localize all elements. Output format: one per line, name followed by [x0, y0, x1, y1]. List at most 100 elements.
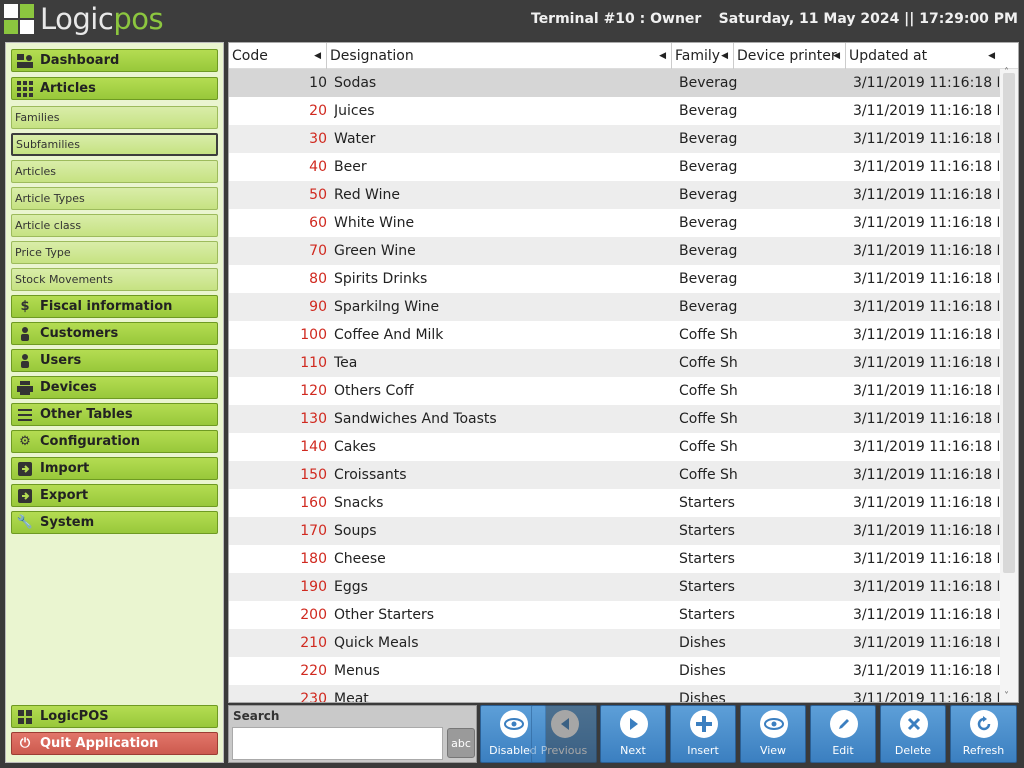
- cell-code: 210: [300, 635, 327, 651]
- table-row[interactable]: 80 Spirits Drinks Beverage 3/11/2019 11:16:…: [229, 265, 1000, 293]
- column-header-device-printer[interactable]: Device printer ◀: [734, 43, 846, 69]
- column-label: Device printer: [737, 48, 837, 64]
- cell-code: 220: [300, 663, 327, 679]
- cell-device-printer: [739, 181, 849, 209]
- subnav-article-class-button[interactable]: Article class: [11, 214, 218, 237]
- nav-label: LogicPOS: [40, 709, 109, 724]
- cell-device-printer: [739, 237, 849, 265]
- table-row[interactable]: 130 Sandwiches And Toasts Coffe Sh 3/11/201…: [229, 405, 1000, 433]
- subnav-articles-button[interactable]: Articles: [11, 160, 218, 183]
- datetime-label: Saturday, 11 May 2024 || 17:29:00 PM: [718, 11, 1018, 27]
- subnav-families-button[interactable]: Families: [11, 106, 218, 129]
- cell-updated-at: 3/11/2019 11:16:18 PM: [853, 327, 999, 343]
- table-row[interactable]: 140 Cakes Coffe Sh 3/11/2019 11:16:18 PM: [229, 433, 1000, 461]
- table-row[interactable]: 100 Coffee And Milk Coffe Sh 3/11/2019 11:1…: [229, 321, 1000, 349]
- import-icon: [16, 461, 34, 477]
- cell-device-printer: [739, 209, 849, 237]
- scrollbar-thumb[interactable]: [1003, 73, 1015, 573]
- nav-configuration-button[interactable]: ⚙ Configuration: [11, 430, 218, 453]
- next-button[interactable]: Next: [600, 705, 666, 763]
- nav-devices-button[interactable]: Devices: [11, 376, 218, 399]
- subnav-stock-movements-button[interactable]: Stock Movements: [11, 268, 218, 291]
- scroll-down-icon[interactable]: ˅: [1004, 691, 1009, 702]
- eye-icon: [500, 710, 528, 738]
- table-row[interactable]: 180 Cheese Starters 3/11/2019 11:16:18 PM: [229, 545, 1000, 573]
- table-row[interactable]: 60 White Wine Beverage 3/11/2019 11:16:18 P…: [229, 209, 1000, 237]
- action-label: Insert: [687, 744, 719, 757]
- subnav-label: Families: [15, 111, 60, 124]
- nav-label: Customers: [40, 326, 119, 341]
- nav-customers-button[interactable]: Customers: [11, 322, 218, 345]
- column-header-family[interactable]: Family ◀: [672, 43, 734, 69]
- cell-family: Beverage: [679, 215, 737, 231]
- keyboard-abc-button[interactable]: abc: [447, 728, 475, 758]
- cell-device-printer: [739, 349, 849, 377]
- subnav-subfamilies-button[interactable]: Subfamilies: [11, 133, 218, 156]
- table-row[interactable]: 190 Eggs Starters 3/11/2019 11:16:18 PM: [229, 573, 1000, 601]
- quit-application-button[interactable]: ⏻ Quit Application: [11, 732, 218, 755]
- previous-button[interactable]: Previous: [531, 705, 597, 763]
- table-row[interactable]: 170 Soups Starters 3/11/2019 11:16:18 PM: [229, 517, 1000, 545]
- nav-other-tables-button[interactable]: Other Tables: [11, 403, 218, 426]
- cell-updated-at: 3/11/2019 11:16:18 PM: [853, 691, 999, 703]
- table-row[interactable]: 230 Meat Dishes 3/11/2019 11:16:18 PM: [229, 685, 1000, 703]
- search-input[interactable]: [232, 727, 443, 760]
- cell-updated-at: 3/11/2019 11:16:18 PM: [853, 103, 999, 119]
- cell-device-printer: [739, 433, 849, 461]
- cell-updated-at: 3/11/2019 11:16:18 PM: [853, 187, 999, 203]
- nav-system-button[interactable]: 🔧 System: [11, 511, 218, 534]
- subnav-article-types-button[interactable]: Article Types: [11, 187, 218, 210]
- cell-code: 150: [300, 467, 327, 483]
- table-row[interactable]: 40 Beer Beverage 3/11/2019 11:16:18 PM: [229, 153, 1000, 181]
- cell-updated-at: 3/11/2019 11:16:18 PM: [853, 607, 999, 623]
- nav-fiscal-information-button[interactable]: $ Fiscal information: [11, 295, 218, 318]
- cell-device-printer: [739, 125, 849, 153]
- cell-updated-at: 3/11/2019 11:16:18 PM: [853, 551, 999, 567]
- table-row[interactable]: 150 Croissants Coffe Sh 3/11/2019 11:16:18 …: [229, 461, 1000, 489]
- table-row[interactable]: 200 Other Starters Starters 3/11/2019 11:16…: [229, 601, 1000, 629]
- table-row[interactable]: 210 Quick Meals Dishes 3/11/2019 11:16:18 P…: [229, 629, 1000, 657]
- edit-button[interactable]: Edit: [810, 705, 876, 763]
- delete-button[interactable]: Delete: [880, 705, 946, 763]
- column-header-updated-at[interactable]: Updated at ◀: [846, 43, 1000, 69]
- search-label: Search: [233, 709, 280, 723]
- insert-button[interactable]: Insert: [670, 705, 736, 763]
- nav-users-button[interactable]: Users: [11, 349, 218, 372]
- person-icon: [16, 353, 34, 369]
- table-row[interactable]: 90 Sparkilng Wine Beverage 3/11/2019 11:16:…: [229, 293, 1000, 321]
- cell-device-printer: [739, 489, 849, 517]
- cell-designation: Red Wine: [334, 187, 400, 203]
- nav-logicpos-button[interactable]: LogicPOS: [11, 705, 218, 728]
- nav-dashboard-button[interactable]: Dashboard: [11, 49, 218, 72]
- table-row[interactable]: 30 Water Beverage 3/11/2019 11:16:18 PM: [229, 125, 1000, 153]
- view-button[interactable]: View: [740, 705, 806, 763]
- table-row[interactable]: 70 Green Wine Beverage 3/11/2019 11:16:18 P…: [229, 237, 1000, 265]
- cell-device-printer: [739, 153, 849, 181]
- subnav-price-type-button[interactable]: Price Type: [11, 241, 218, 264]
- cell-family: Starters: [679, 495, 735, 511]
- nav-articles-button[interactable]: Articles: [11, 77, 218, 100]
- table-row[interactable]: 220 Menus Dishes 3/11/2019 11:16:18 PM: [229, 657, 1000, 685]
- nav-export-button[interactable]: Export: [11, 484, 218, 507]
- column-header-designation[interactable]: Designation ◀: [327, 43, 672, 69]
- refresh-button[interactable]: Refresh: [950, 705, 1017, 763]
- cell-family: Beverage: [679, 159, 737, 175]
- table-row[interactable]: 160 Snacks Starters 3/11/2019 11:16:18 PM: [229, 489, 1000, 517]
- column-header-code[interactable]: Code ◀: [229, 43, 327, 69]
- printer-icon: [16, 380, 34, 396]
- gears-icon: ⚙: [19, 434, 31, 449]
- nav-import-button[interactable]: Import: [11, 457, 218, 480]
- cell-family: Starters: [679, 551, 735, 567]
- vertical-scrollbar[interactable]: ˄ ˅: [1000, 67, 1018, 702]
- cell-code: 30: [309, 131, 327, 147]
- cell-device-printer: [739, 545, 849, 573]
- table-row[interactable]: 20 Juices Beverage 3/11/2019 11:16:18 PM: [229, 97, 1000, 125]
- action-label: Next: [620, 744, 646, 757]
- table-row[interactable]: 50 Red Wine Beverage 3/11/2019 11:16:18 PM: [229, 181, 1000, 209]
- table-row[interactable]: 120 Others Coff Coffe Sh 3/11/2019 11:16:18…: [229, 377, 1000, 405]
- articles-table: Code ◀ Designation ◀ Family ◀ Device printe…: [228, 42, 1019, 703]
- prev-icon: [551, 710, 579, 738]
- table-row[interactable]: 110 Tea Coffe Sh 3/11/2019 11:16:18 PM: [229, 349, 1000, 377]
- logo-part-2: pos: [113, 2, 164, 36]
- table-row[interactable]: 10 Sodas Beverage 3/11/2019 11:16:18 PM: [229, 69, 1000, 97]
